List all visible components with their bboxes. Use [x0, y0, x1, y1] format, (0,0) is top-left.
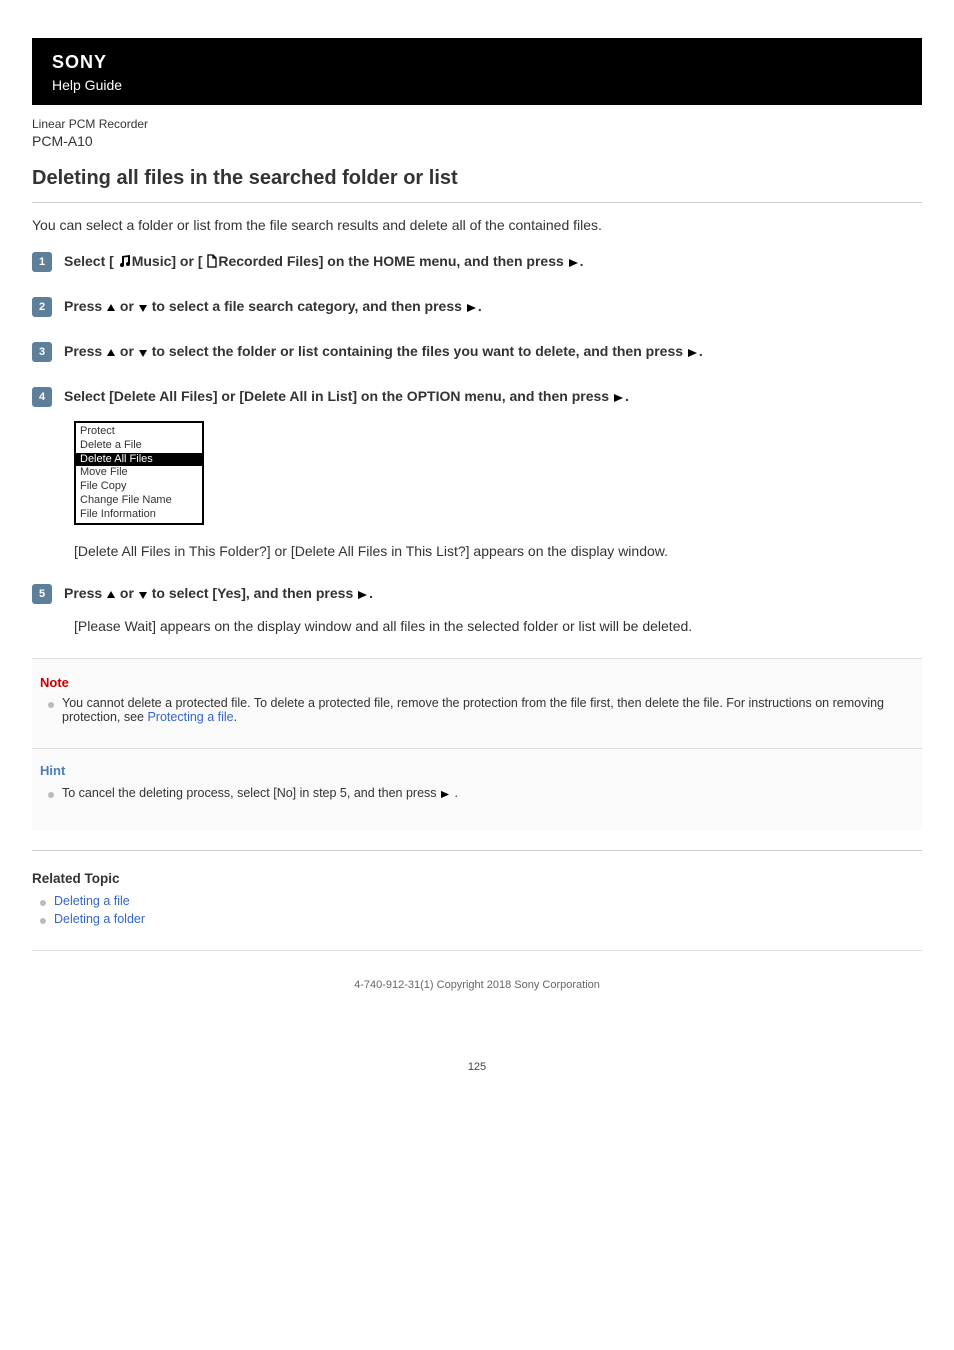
page-number: 125 [32, 1061, 922, 1073]
step-3: 3 Press or to select the folder or list … [32, 341, 922, 362]
note-title: Note [40, 675, 914, 690]
footer-copyright: 4-740-912-31(1) Copyright 2018 Sony Corp… [32, 950, 922, 1001]
menu-item: Move File [76, 466, 202, 480]
down-triangle-icon [138, 303, 148, 313]
menu-item: File Copy [76, 480, 202, 494]
down-triangle-icon [138, 590, 148, 600]
protecting-file-link[interactable]: Protecting a file [147, 710, 233, 724]
step-number-badge: 5 [32, 584, 52, 604]
step-1-text: Select [ Music] or [ Recorded Files] on … [64, 251, 584, 272]
note-item: You cannot delete a protected file. To d… [48, 696, 914, 724]
related-item: Deleting a file [40, 894, 922, 908]
step-1: 1 Select [ Music] or [ Recorded Files] o… [32, 251, 922, 272]
step-4-result: [Delete All Files in This Folder?] or [D… [74, 543, 922, 559]
hint-item: To cancel the deleting process, select [… [48, 786, 914, 800]
related-item: Deleting a folder [40, 912, 922, 926]
up-triangle-icon [106, 348, 116, 358]
play-icon [357, 590, 369, 600]
play-icon [440, 790, 451, 799]
page-title: Deleting all files in the searched folde… [32, 167, 922, 190]
step-5-text: Press or to select [Yes], and then press… [64, 583, 373, 604]
hint-title: Hint [40, 763, 914, 778]
menu-item: Change File Name [76, 494, 202, 508]
step-number-badge: 3 [32, 342, 52, 362]
step-4-text: Select [Delete All Files] or [Delete All… [64, 386, 629, 407]
music-icon [118, 254, 132, 268]
menu-item: File Information [76, 508, 202, 522]
product-model: PCM-A10 [32, 133, 922, 149]
header-bar: SONY Help Guide [32, 38, 922, 105]
note-block: Note You cannot delete a protected file.… [32, 658, 922, 748]
divider [32, 850, 922, 851]
step-number-badge: 1 [32, 252, 52, 272]
step-5-result: [Please Wait] appears on the display win… [74, 618, 922, 634]
related-topic: Related Topic Deleting a file Deleting a… [32, 871, 922, 926]
step-3-text: Press or to select the folder or list co… [64, 341, 703, 362]
step-number-badge: 2 [32, 297, 52, 317]
product-type: Linear PCM Recorder [32, 117, 922, 131]
brand-logo: SONY [52, 52, 902, 73]
menu-item: Protect [76, 425, 202, 439]
intro-text: You can select a folder or list from the… [32, 217, 922, 233]
play-icon [466, 303, 478, 313]
up-triangle-icon [106, 590, 116, 600]
menu-item: Delete a File [76, 439, 202, 453]
related-link-deleting-file[interactable]: Deleting a file [54, 894, 130, 908]
step-4: 4 Select [Delete All Files] or [Delete A… [32, 386, 922, 559]
up-triangle-icon [106, 303, 116, 313]
menu-item-selected: Delete All Files [76, 453, 202, 467]
step-5: 5 Press or to select [Yes], and then pre… [32, 583, 922, 634]
down-triangle-icon [138, 348, 148, 358]
header-subtitle: Help Guide [52, 77, 902, 93]
step-2: 2 Press or to select a file search categ… [32, 296, 922, 317]
related-link-deleting-folder[interactable]: Deleting a folder [54, 912, 145, 926]
option-menu-screenshot: Protect Delete a File Delete All Files M… [74, 421, 204, 525]
divider [32, 202, 922, 203]
hint-block: Hint To cancel the deleting process, sel… [32, 748, 922, 830]
play-icon [687, 348, 699, 358]
play-icon [568, 258, 580, 268]
step-number-badge: 4 [32, 387, 52, 407]
step-2-text: Press or to select a file search categor… [64, 296, 482, 317]
play-icon [613, 393, 625, 403]
file-icon [206, 254, 218, 268]
related-title: Related Topic [32, 871, 922, 886]
